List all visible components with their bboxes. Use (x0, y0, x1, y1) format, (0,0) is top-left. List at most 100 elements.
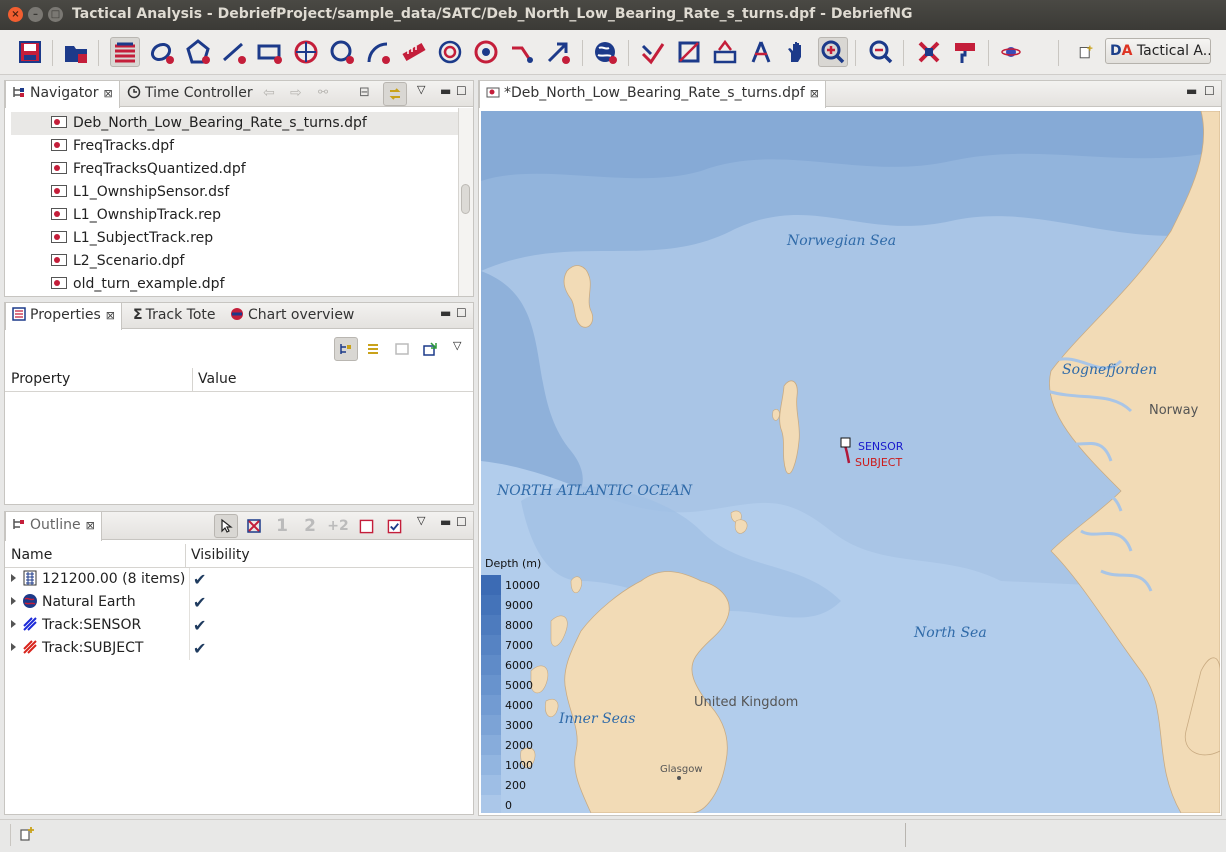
visibility-check[interactable]: ✔ (193, 614, 206, 637)
arc-icon[interactable] (363, 37, 393, 67)
navigator-scrollbar[interactable] (458, 108, 473, 296)
outline-row[interactable]: Natural Earth ✔ (11, 591, 471, 614)
layers-icon[interactable] (110, 37, 140, 67)
arrow-icon[interactable] (543, 37, 573, 67)
ruler-icon[interactable] (399, 37, 429, 67)
chart-map[interactable]: Norwegian Sea NORTH ATLANTIC OCEAN North… (481, 111, 1220, 813)
map-canvas[interactable] (481, 111, 1220, 813)
plus-two-icon[interactable]: +2 (326, 514, 350, 538)
file-item[interactable]: L1_OwnshipTrack.rep (51, 204, 221, 227)
scroll-thumb[interactable] (461, 184, 470, 214)
close-icon[interactable]: ⊠ (810, 87, 819, 100)
visibility-check[interactable]: ✔ (193, 591, 206, 614)
expand-icon[interactable] (11, 643, 16, 651)
select-icon[interactable] (214, 514, 238, 538)
visibility-check[interactable]: ✔ (193, 637, 206, 660)
expand-icon[interactable] (11, 574, 16, 582)
file-item[interactable]: FreqTracksQuantized.dpf (51, 158, 246, 181)
legend-swatch (481, 655, 501, 675)
expand-icon[interactable] (11, 597, 16, 605)
rescale-icon[interactable] (674, 37, 704, 67)
zoom-out-icon[interactable] (866, 37, 896, 67)
view-menu-icon[interactable]: ▽ (417, 83, 425, 96)
planet-icon[interactable] (996, 37, 1026, 67)
tab-navigator[interactable]: Navigator ⊠ (5, 81, 120, 108)
measure-icon[interactable] (746, 37, 776, 67)
outline-row[interactable]: 121200.00 (8 items) ✔ (11, 568, 471, 591)
rectangle-icon[interactable] (255, 37, 285, 67)
advanced-icon[interactable] (362, 337, 386, 361)
minimize-window-button[interactable]: – (28, 7, 43, 22)
one-icon[interactable]: 1 (270, 514, 294, 538)
outline-row[interactable]: Track:SUBJECT ✔ (11, 637, 471, 660)
link-icon[interactable]: ⚯ (318, 85, 328, 99)
properties-table-header: Property Value (5, 368, 473, 392)
close-icon[interactable]: ⊠ (104, 87, 113, 100)
forward-icon[interactable]: ⇨ (290, 85, 302, 101)
outline-row[interactable]: Track:SENSOR ✔ (11, 614, 471, 637)
maximize-icon[interactable]: ☐ (456, 84, 467, 98)
grid-icon[interactable] (291, 37, 321, 67)
target-icon[interactable] (471, 37, 501, 67)
range-rings-icon[interactable] (435, 37, 465, 67)
open-perspective-icon[interactable] (1074, 37, 1098, 67)
polygon-icon[interactable] (183, 37, 213, 67)
close-icon[interactable]: ⊠ (86, 519, 95, 532)
minimize-icon[interactable]: ▬ (440, 306, 451, 320)
back-icon[interactable]: ⇦ (263, 85, 275, 101)
hide-icon[interactable] (242, 514, 266, 538)
circle-icon[interactable] (327, 37, 357, 67)
tab-outline[interactable]: Outline ⊠ (5, 512, 102, 541)
expand-icon[interactable] (11, 620, 16, 628)
file-item[interactable]: old_turn_example.dpf (51, 273, 225, 296)
new-view-icon[interactable] (19, 826, 35, 846)
tab-editor[interactable]: *Deb_North_Low_Bearing_Rate_s_turns.dpf ⊠ (479, 81, 827, 108)
tab-track-tote[interactable]: Σ Track Tote (127, 303, 222, 329)
file-item[interactable]: L1_SubjectTrack.rep (51, 227, 213, 250)
label-sensor[interactable]: SENSOR (858, 440, 903, 453)
redraw-icon[interactable] (710, 37, 740, 67)
minimize-icon[interactable]: ▬ (1186, 84, 1197, 98)
perspective-button[interactable]: DA Tactical A... (1105, 38, 1211, 64)
view-menu-icon[interactable]: ▽ (453, 339, 461, 352)
pin-icon[interactable] (418, 337, 442, 361)
tab-chart-overview[interactable]: Chart overview (224, 303, 360, 329)
file-item[interactable]: L2_Scenario.dpf (51, 250, 184, 273)
categories-icon[interactable] (334, 337, 358, 361)
collapse-all-icon[interactable]: ⊟ (359, 85, 370, 100)
file-item[interactable]: L1_OwnshipSensor.dsf (51, 181, 229, 204)
ellipse-icon[interactable] (147, 37, 177, 67)
maximize-icon[interactable]: ☐ (1204, 84, 1215, 98)
close-icon[interactable]: ⊠ (106, 309, 115, 322)
check-icon[interactable] (382, 514, 406, 538)
chart-overview-icon (230, 307, 244, 321)
maximize-window-button[interactable]: □ (48, 7, 63, 22)
maximize-icon[interactable]: ☐ (456, 515, 467, 529)
close-window-button[interactable]: × (8, 7, 23, 22)
save-icon[interactable] (15, 37, 45, 67)
file-item[interactable]: FreqTracks.dpf (51, 135, 174, 158)
open-icon[interactable] (61, 37, 91, 67)
visibility-check[interactable]: ✔ (193, 568, 206, 591)
two-icon[interactable]: 2 (298, 514, 322, 538)
paint-icon[interactable] (950, 37, 980, 67)
link-with-editor-icon[interactable] (383, 82, 407, 106)
maximize-icon[interactable]: ☐ (456, 306, 467, 320)
pan-icon[interactable] (782, 37, 812, 67)
tab-properties[interactable]: Properties ⊠ (5, 303, 122, 330)
label-subject[interactable]: SUBJECT (855, 456, 902, 469)
minimize-icon[interactable]: ▬ (440, 515, 451, 529)
vector-icon[interactable] (507, 37, 537, 67)
view-menu-icon[interactable]: ▽ (417, 514, 425, 527)
zoom-in-icon[interactable] (818, 37, 848, 67)
remove-icon[interactable] (914, 37, 944, 67)
globe-icon[interactable] (590, 37, 620, 67)
uncheck-icon[interactable] (354, 514, 378, 538)
file-item[interactable]: Deb_North_Low_Bearing_Rate_s_turns.dpf (11, 112, 459, 135)
minimize-icon[interactable]: ▬ (440, 84, 451, 98)
outline-panel: Outline ⊠ 1 2 +2 ▽ ▬ ☐ Name Visibility 12… (4, 511, 474, 815)
line-icon[interactable] (219, 37, 249, 67)
tab-time-controller[interactable]: Time Controller (121, 81, 259, 107)
fit-icon[interactable] (638, 37, 668, 67)
restore-default-icon[interactable] (390, 337, 414, 361)
